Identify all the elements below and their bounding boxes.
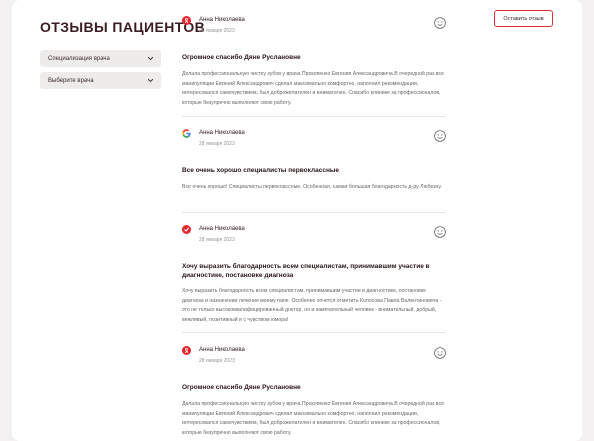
doctor-select[interactable]: Выберите врача [40, 72, 161, 89]
yandex-logo-icon [182, 16, 191, 25]
review-author: Анна Николаева [199, 17, 245, 23]
google-logo-icon [182, 129, 191, 138]
review-text: Делала профессиональную чистку зубов у в… [182, 401, 444, 436]
review-author: Анна Николаева [199, 130, 245, 136]
review-date: 28 января 2023 [199, 28, 235, 34]
specialization-select-label: Специализация врача [48, 55, 110, 62]
review-text: Хочу выразить благодарность всем специал… [182, 288, 442, 323]
review-title: Огромное спасибо Дяне Руслановне [182, 54, 301, 61]
review-header: Анна Николаева 28 января 2023 [182, 16, 446, 38]
review-card: Анна Николаева 28 января 2023 Хочу выраз… [182, 225, 446, 325]
doctor-select-label: Выберите врача [48, 77, 94, 84]
chevron-down-icon [147, 78, 154, 83]
review-divider [182, 332, 446, 333]
review-date: 28 января 2023 [199, 237, 235, 243]
chevron-down-icon [147, 56, 154, 61]
review-author: Анна Николаева [199, 226, 245, 232]
prodoctorov-logo-icon [182, 225, 191, 234]
leave-review-button[interactable]: Оставить отзыв [494, 10, 553, 27]
review-header: Анна Николаева 28 января 2023 [182, 225, 446, 247]
review-title: Хочу выразить благодарность всем специал… [182, 263, 430, 279]
review-card: Анна Николаева 28 января 2023 Огромное с… [182, 346, 446, 438]
specialization-select[interactable]: Специализация врача [40, 50, 161, 67]
review-author: Анна Николаева [199, 347, 245, 353]
review-card: Анна Николаева 28 января 2023 Огромное с… [182, 16, 446, 108]
review-header: Анна Николаева 28 января 2023 [182, 129, 446, 151]
review-title: Все очень хорошо специалисты первоклассн… [182, 167, 340, 174]
reviews-page: ОТЗЫВЫ ПАЦИЕНТОВ Специализация врача Выб… [12, 0, 582, 441]
review-date: 28 января 2023 [199, 358, 235, 364]
review-divider [182, 212, 446, 213]
smile-face-icon [434, 130, 446, 142]
review-date: 28 января 2023 [199, 141, 235, 147]
page-title: ОТЗЫВЫ ПАЦИЕНТОВ [40, 19, 206, 35]
review-divider [182, 116, 446, 117]
smile-face-icon [434, 347, 446, 359]
review-text: Делала профессиональную чистку зубов у в… [182, 71, 444, 106]
yandex-logo-icon [182, 346, 191, 355]
smile-face-icon [434, 226, 446, 238]
smile-face-icon [434, 17, 446, 29]
review-header: Анна Николаева 28 января 2023 [182, 346, 446, 368]
review-text: Все очень хорошо! Специалисты первокласс… [182, 184, 442, 190]
review-title: Огромное спасибо Дяне Руслановне [182, 384, 301, 391]
review-card: Анна Николаева 28 января 2023 Все очень … [182, 129, 446, 193]
